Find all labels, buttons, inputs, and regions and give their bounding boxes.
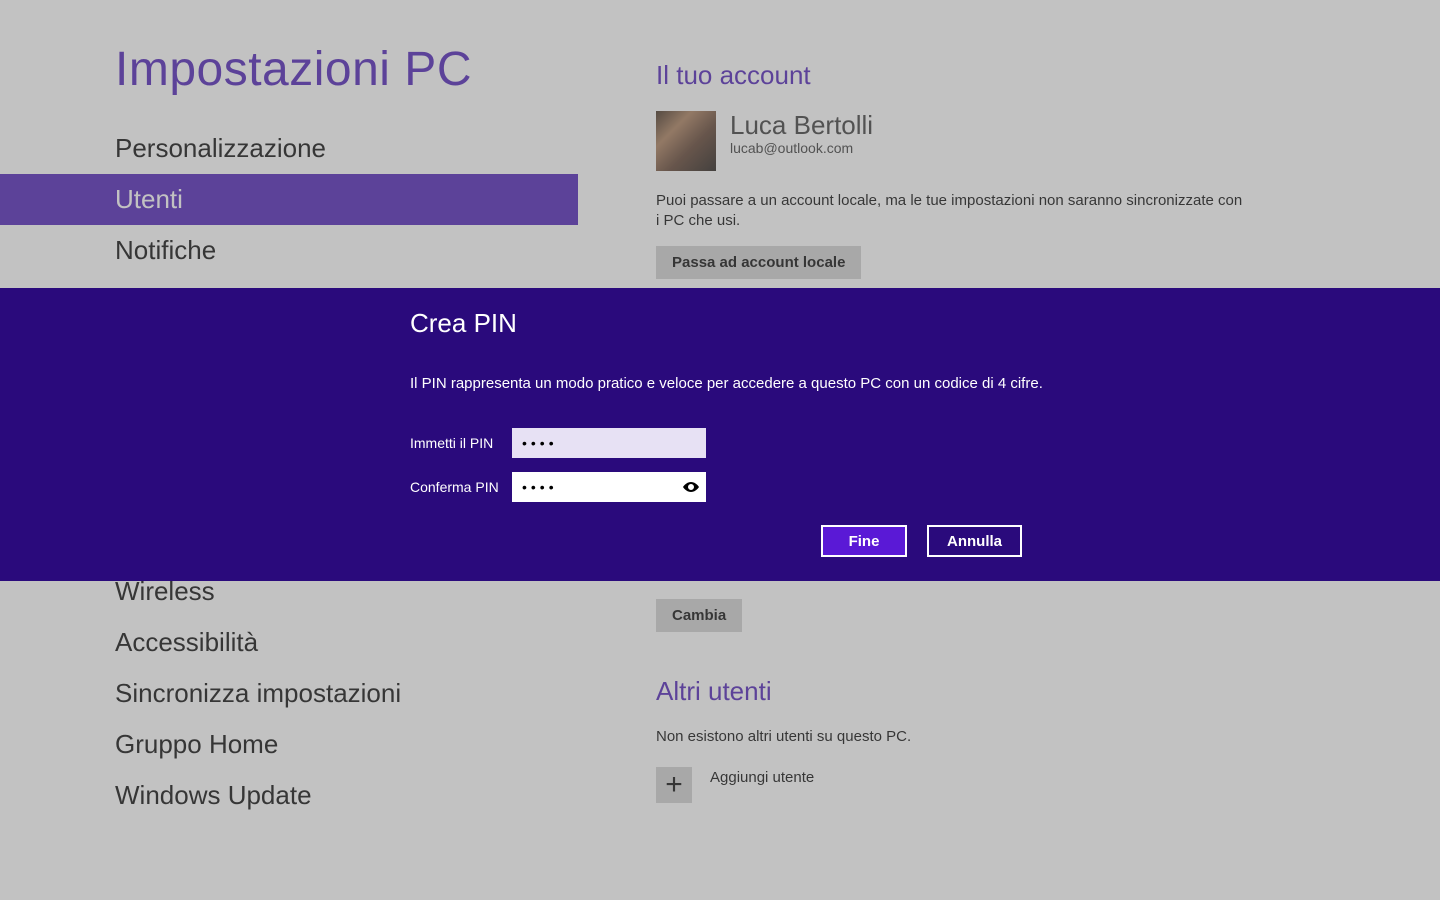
- sidebar-item-windows-update[interactable]: Windows Update: [0, 770, 578, 821]
- change-button[interactable]: Cambia: [656, 599, 742, 632]
- sidebar-item-accessibilita[interactable]: Accessibilità: [0, 617, 578, 668]
- sidebar-item-notifiche[interactable]: Notifiche: [0, 225, 578, 276]
- add-user-label: Aggiungi utente: [710, 763, 814, 786]
- avatar: [656, 111, 716, 171]
- account-email: lucab@outlook.com: [730, 140, 873, 156]
- sidebar-item-personalizzazione[interactable]: Personalizzazione: [0, 123, 578, 174]
- other-users-empty: Non esistono altri utenti su questo PC.: [656, 727, 1246, 747]
- confirm-pin-input[interactable]: [512, 472, 706, 502]
- switch-local-account-button[interactable]: Passa ad account locale: [656, 246, 861, 279]
- add-user-row[interactable]: + Aggiungi utente: [656, 763, 1380, 803]
- sidebar-item-sincronizza[interactable]: Sincronizza impostazioni: [0, 668, 578, 719]
- account-heading: Il tuo account: [656, 60, 1380, 91]
- account-row: Luca Bertolli lucab@outlook.com: [656, 111, 1380, 171]
- sidebar-item-utenti[interactable]: Utenti: [0, 174, 578, 225]
- dialog-title: Crea PIN: [410, 308, 1110, 339]
- sidebar-item-gruppo-home[interactable]: Gruppo Home: [0, 719, 578, 770]
- finish-button[interactable]: Fine: [821, 525, 907, 557]
- cancel-button[interactable]: Annulla: [927, 525, 1022, 557]
- account-name: Luca Bertolli: [730, 111, 873, 140]
- other-users-heading: Altri utenti: [656, 676, 1380, 707]
- app-title: Impostazioni PC: [115, 42, 578, 97]
- create-pin-dialog: Crea PIN Il PIN rappresenta un modo prat…: [0, 288, 1440, 581]
- dialog-description: Il PIN rappresenta un modo pratico e vel…: [410, 375, 1110, 392]
- account-description: Puoi passare a un account locale, ma le …: [656, 191, 1246, 232]
- plus-icon[interactable]: +: [656, 767, 692, 803]
- confirm-pin-label: Conferma PIN: [410, 479, 512, 495]
- enter-pin-label: Immetti il PIN: [410, 435, 512, 451]
- reveal-password-icon[interactable]: [682, 480, 700, 494]
- enter-pin-input[interactable]: [512, 428, 706, 458]
